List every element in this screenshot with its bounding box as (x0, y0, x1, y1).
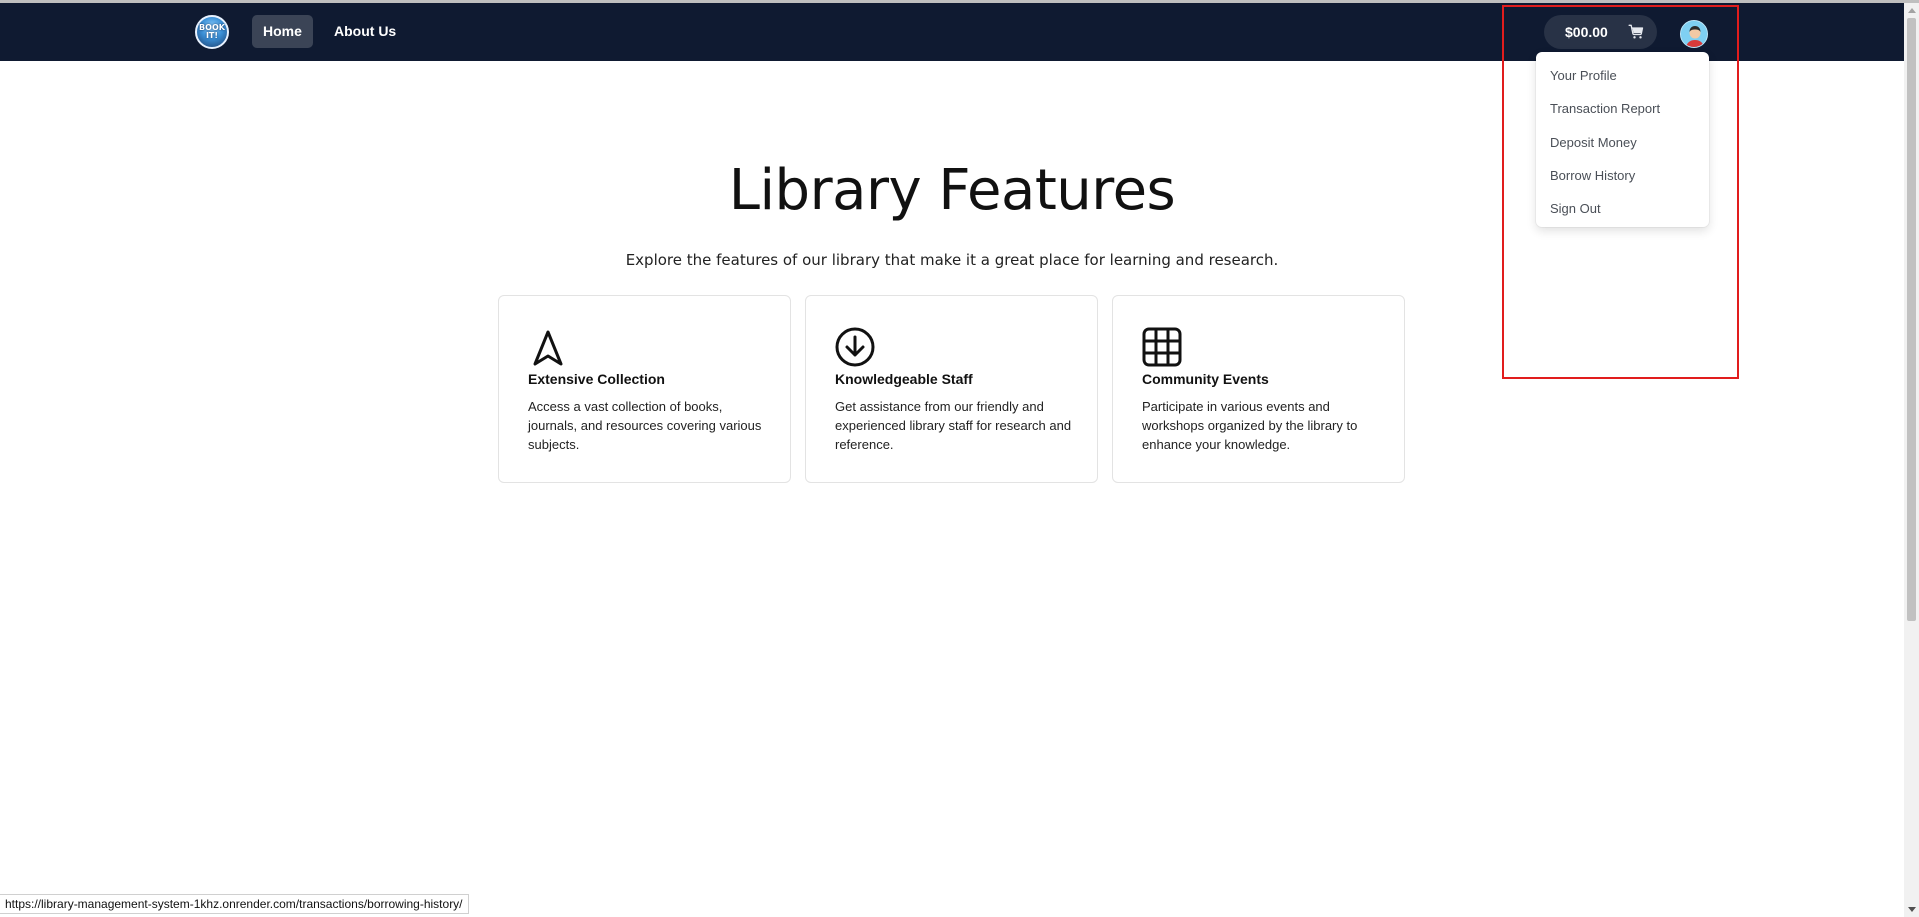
scroll-down-arrow-icon[interactable] (1908, 907, 1916, 912)
feature-card-knowledgeable-staff: Knowledgeable Staff Get assistance from … (805, 295, 1098, 483)
feature-card-extensive-collection: Extensive Collection Access a vast colle… (498, 295, 791, 483)
navigation-arrow-icon (533, 330, 563, 366)
status-bar-link-preview: https://library-management-system-1khz.o… (0, 894, 469, 914)
feature-description: Access a vast collection of books, journ… (528, 399, 762, 452)
nav-link-about-us[interactable]: About Us (323, 15, 407, 48)
logo-text: BOOK IT! (199, 23, 225, 40)
scroll-up-arrow-icon[interactable] (1908, 8, 1916, 13)
download-circle-icon (835, 327, 875, 367)
scrollbar-thumb[interactable] (1907, 18, 1916, 621)
page-subtitle: Explore the features of our library that… (625, 251, 1279, 269)
feature-description: Get assistance from our friendly and exp… (835, 399, 1072, 452)
page-title: Library Features (728, 158, 1176, 223)
feature-title: Extensive Collection (528, 371, 665, 387)
feature-description: Participate in various events and worksh… (1142, 399, 1358, 452)
site-logo[interactable]: BOOK IT! (195, 15, 229, 49)
feature-title: Community Events (1142, 371, 1269, 387)
feature-title: Knowledgeable Staff (835, 371, 973, 387)
feature-card-community-events: Community Events Participate in various … (1112, 295, 1405, 483)
grid-icon (1142, 327, 1182, 367)
nav-link-home[interactable]: Home (252, 15, 313, 48)
vertical-scrollbar[interactable] (1904, 3, 1919, 917)
